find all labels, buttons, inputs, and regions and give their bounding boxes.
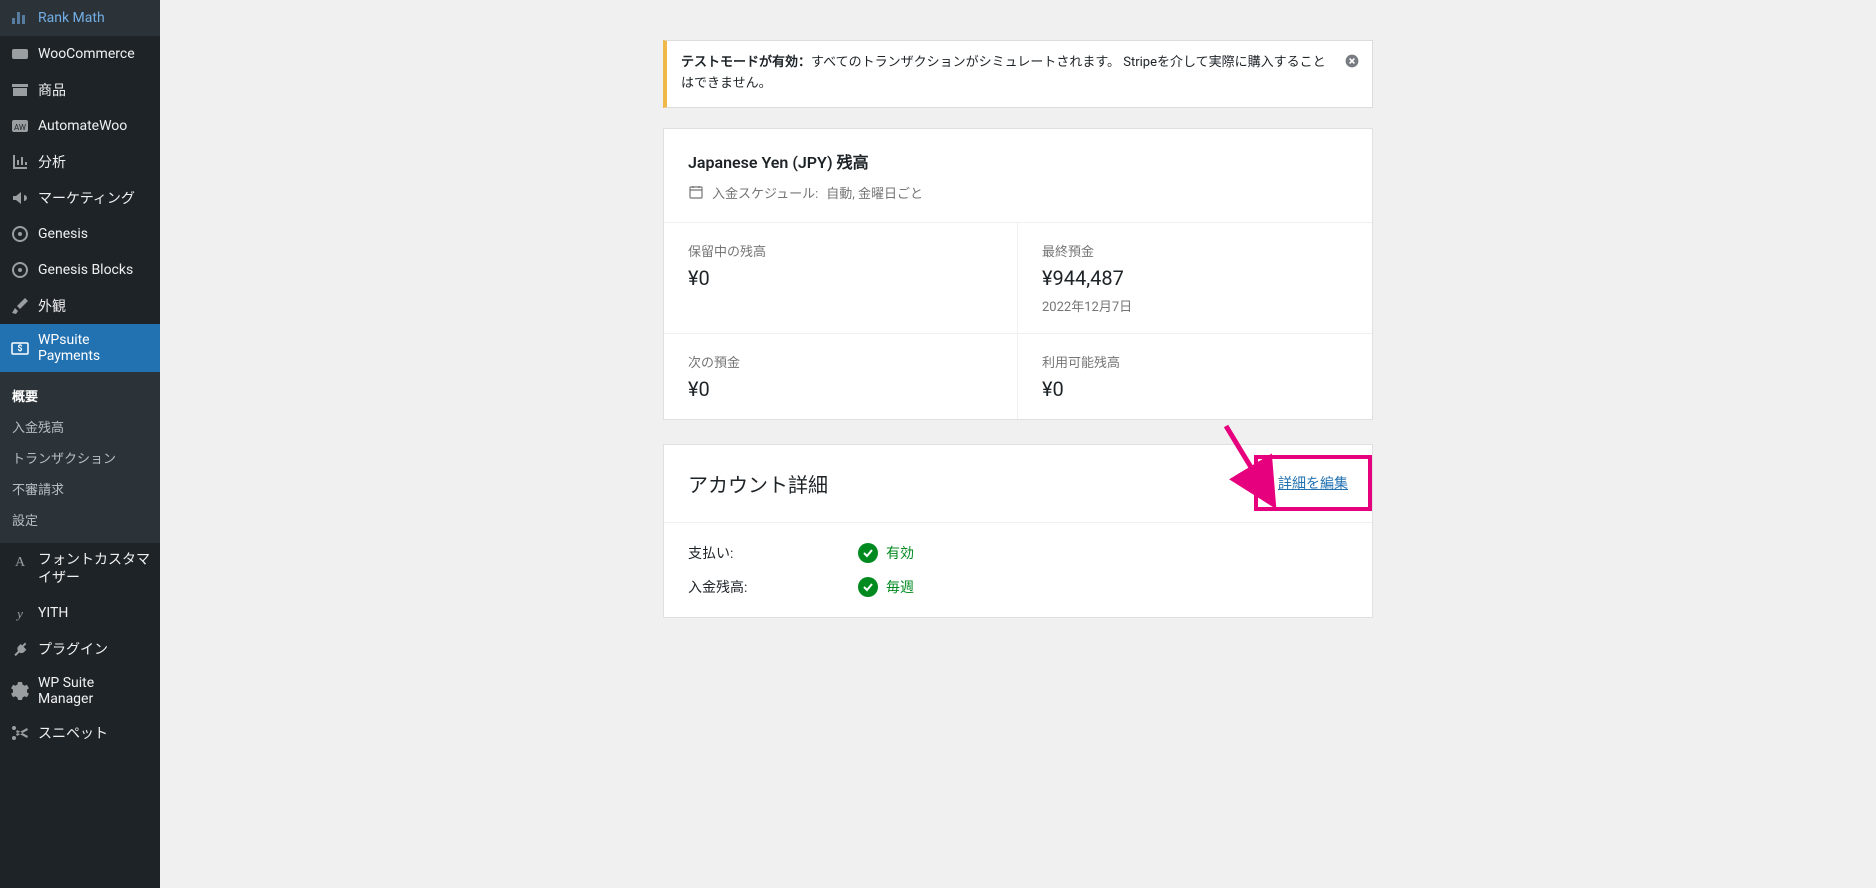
last-deposit-value: ¥944,487 <box>1042 266 1348 290</box>
available-value: ¥0 <box>1042 377 1348 401</box>
balance-title: Japanese Yen (JPY) 残高 <box>688 149 1348 173</box>
edit-details-link[interactable]: 詳細を編集 <box>1278 476 1348 492</box>
sidebar-item-label: 分析 <box>38 152 66 172</box>
submenu-item-deposits[interactable]: 入金残高 <box>0 411 160 442</box>
genesis-icon <box>10 260 30 280</box>
account-body: 支払い: 有効 入金残高: 毎週 <box>664 523 1372 617</box>
submenu-item-transactions[interactable]: トランザクション <box>0 442 160 473</box>
balance-header: Japanese Yen (JPY) 残高 入金スケジュール: 自動, 金曜日ご… <box>664 129 1372 223</box>
next-deposit-label: 次の預金 <box>688 352 993 371</box>
sidebar-item-label: WP Suite Manager <box>38 675 150 707</box>
last-deposit-label: 最終預金 <box>1042 241 1348 260</box>
sidebar-item-label: Rank Math <box>38 10 105 26</box>
main-content: テストモードが有効：すべてのトランザクションがシミュレートされます。 Strip… <box>160 0 1876 888</box>
admin-sidebar: Rank Math WooCommerce 商品 AW AutomateWoo … <box>0 0 160 888</box>
account-header: アカウント詳細 詳細を編集 <box>664 445 1372 523</box>
check-icon <box>858 577 878 597</box>
row-status: 有効 <box>858 543 914 563</box>
sidebar-item-label: YITH <box>38 605 68 621</box>
woo-icon <box>10 44 30 64</box>
gear-icon <box>10 681 30 701</box>
sidebar-item-label: Genesis Blocks <box>38 262 133 278</box>
row-label: 入金残高: <box>688 577 858 597</box>
scissors-icon <box>10 723 30 743</box>
sidebar-item-yith[interactable]: y YITH <box>0 595 160 631</box>
next-deposit-value: ¥0 <box>688 377 993 401</box>
close-icon <box>1344 53 1360 69</box>
deposit-schedule: 入金スケジュール: 自動, 金曜日ごと <box>688 183 1348 202</box>
sidebar-item-label: 商品 <box>38 80 66 100</box>
balance-card: Japanese Yen (JPY) 残高 入金スケジュール: 自動, 金曜日ご… <box>663 128 1373 420</box>
row-label: 支払い: <box>688 543 858 563</box>
sidebar-item-label: フォントカスタマイザー <box>38 551 150 587</box>
archive-icon <box>10 80 30 100</box>
sidebar-item-appearance[interactable]: 外観 <box>0 288 160 324</box>
sidebar-item-label: WPsuite Payments <box>38 332 150 364</box>
notice-strong: テストモードが有効： <box>681 55 811 70</box>
available-balance-cell: 利用可能残高 ¥0 <box>1018 334 1372 419</box>
sidebar-item-plugins[interactable]: プラグイン <box>0 631 160 667</box>
available-label: 利用可能残高 <box>1042 352 1348 371</box>
sidebar-item-wpsuite-payments[interactable]: $ WPsuite Payments <box>0 324 160 372</box>
sidebar-item-label: 外観 <box>38 296 66 316</box>
payments-icon: $ <box>10 338 30 358</box>
aw-icon: AW <box>10 116 30 136</box>
submenu-item-settings[interactable]: 設定 <box>0 504 160 535</box>
last-deposit-date: 2022年12月7日 <box>1042 296 1348 315</box>
test-mode-notice: テストモードが有効：すべてのトランザクションがシミュレートされます。 Strip… <box>663 40 1373 108</box>
sidebar-item-products[interactable]: 商品 <box>0 72 160 108</box>
schedule-value: 自動, 金曜日ごと <box>826 183 923 202</box>
brush-icon <box>10 296 30 316</box>
sidebar-submenu: 概要 入金残高 トランザクション 不審請求 設定 <box>0 372 160 543</box>
genesis-icon <box>10 224 30 244</box>
pending-balance-cell: 保留中の残高 ¥0 <box>664 223 1018 334</box>
sidebar-item-genesis[interactable]: Genesis <box>0 216 160 252</box>
sidebar-item-wpsuite-manager[interactable]: WP Suite Manager <box>0 667 160 715</box>
pending-value: ¥0 <box>688 266 993 290</box>
sidebar-item-marketing[interactable]: マーケティング <box>0 180 160 216</box>
sidebar-item-label: スニペット <box>38 723 108 743</box>
row-status: 毎週 <box>858 577 914 597</box>
account-title: アカウント詳細 <box>688 469 828 498</box>
next-deposit-cell: 次の預金 ¥0 <box>664 334 1018 419</box>
font-icon: A <box>10 551 30 571</box>
svg-text:y: y <box>15 606 23 621</box>
submenu-item-overview[interactable]: 概要 <box>0 380 160 411</box>
sidebar-item-label: Genesis <box>38 226 88 242</box>
svg-text:AW: AW <box>14 123 26 132</box>
sidebar-item-font-customizer[interactable]: A フォントカスタマイザー <box>0 543 160 595</box>
notice-dismiss-button[interactable] <box>1342 51 1362 71</box>
pending-label: 保留中の残高 <box>688 241 993 260</box>
sidebar-item-label: プラグイン <box>38 639 108 659</box>
sidebar-item-genesis-blocks[interactable]: Genesis Blocks <box>0 252 160 288</box>
sidebar-item-analytics[interactable]: 分析 <box>0 144 160 180</box>
megaphone-icon <box>10 188 30 208</box>
yith-icon: y <box>10 603 30 623</box>
analytics-icon <box>10 152 30 172</box>
calendar-icon <box>688 184 704 200</box>
edit-highlight-box: 詳細を編集 <box>1254 455 1372 511</box>
schedule-label: 入金スケジュール: <box>712 183 818 202</box>
check-icon <box>858 543 878 563</box>
balance-grid: 保留中の残高 ¥0 最終預金 ¥944,487 2022年12月7日 次の預金 … <box>664 223 1372 419</box>
account-row-payments: 支払い: 有効 <box>688 543 1348 563</box>
svg-text:A: A <box>15 555 26 570</box>
account-details-card: アカウント詳細 詳細を編集 支払い: 有効 入金残高: <box>663 444 1373 618</box>
svg-text:$: $ <box>17 343 22 354</box>
submenu-item-disputes[interactable]: 不審請求 <box>0 473 160 504</box>
sidebar-item-automatewoo[interactable]: AW AutomateWoo <box>0 108 160 144</box>
sidebar-item-label: AutomateWoo <box>38 118 127 134</box>
sidebar-item-label: WooCommerce <box>38 46 135 62</box>
status-text: 毎週 <box>886 577 914 597</box>
chart-icon <box>10 8 30 28</box>
status-text: 有効 <box>886 543 914 563</box>
sidebar-item-label: マーケティング <box>38 188 135 208</box>
sidebar-item-rankmath[interactable]: Rank Math <box>0 0 160 36</box>
sidebar-item-woocommerce[interactable]: WooCommerce <box>0 36 160 72</box>
last-deposit-cell: 最終預金 ¥944,487 2022年12月7日 <box>1018 223 1372 334</box>
account-row-deposits: 入金残高: 毎週 <box>688 577 1348 597</box>
sidebar-item-snippets[interactable]: スニペット <box>0 715 160 751</box>
plugin-icon <box>10 639 30 659</box>
